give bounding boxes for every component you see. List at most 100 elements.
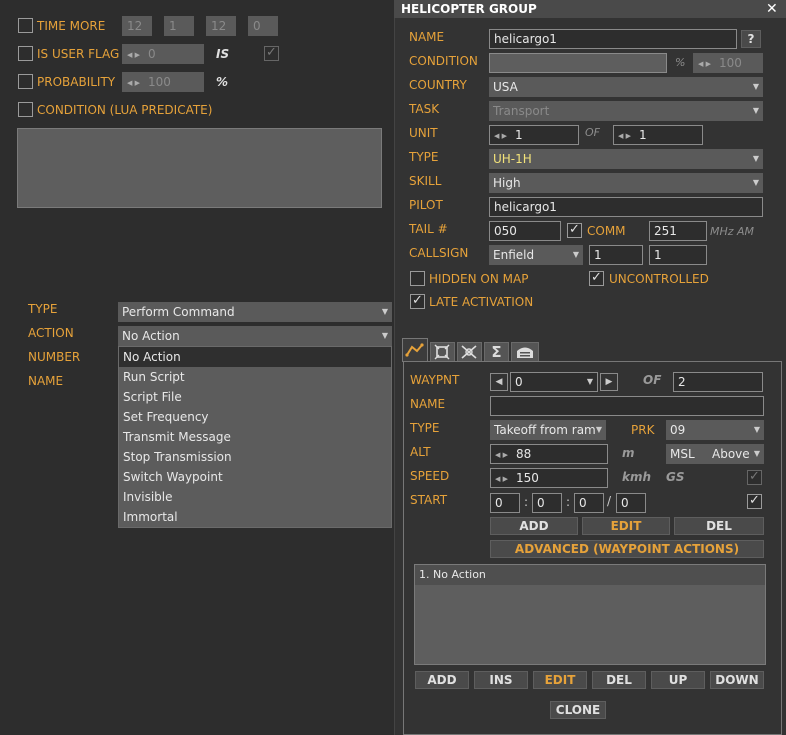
- chevron-down-icon: ▼: [586, 377, 593, 386]
- hidden-on-map-checkbox[interactable]: [410, 271, 425, 286]
- chevron-down-icon: ▼: [572, 250, 579, 259]
- speed-label: SPEED: [410, 469, 450, 483]
- probability-spinner[interactable]: ◀ ▶ 100: [122, 72, 204, 92]
- start-seconds[interactable]: 0: [616, 493, 646, 513]
- action-select[interactable]: No Action ▼: [118, 326, 392, 346]
- action-option[interactable]: Immortal: [119, 507, 391, 527]
- waypoint-add-button[interactable]: ADD: [490, 517, 578, 535]
- comm-input[interactable]: 251: [649, 221, 707, 241]
- condition-percent: %: [675, 56, 686, 69]
- late-activation-checkbox[interactable]: [410, 293, 425, 309]
- unit-total-spinner[interactable]: ◀ ▶ 1: [613, 125, 703, 145]
- time-more-checkbox[interactable]: [18, 18, 33, 33]
- tail-label: TAIL #: [409, 222, 448, 236]
- waypoint-type-select[interactable]: Takeoff from ram ▼: [490, 420, 606, 440]
- chevron-down-icon: ▼: [752, 106, 759, 115]
- condition-lua-checkbox[interactable]: [18, 102, 33, 117]
- time-more-field-1[interactable]: 12: [122, 16, 152, 36]
- tab-hangar[interactable]: [511, 342, 539, 362]
- tab-summary[interactable]: Σ: [484, 342, 509, 362]
- time-more-field-2[interactable]: 1: [164, 16, 194, 36]
- condition-lua-textarea[interactable]: [17, 128, 382, 208]
- close-icon[interactable]: ✕: [766, 1, 778, 17]
- waypoint-of-label: OF: [643, 373, 662, 387]
- gs-checkbox[interactable]: [747, 469, 762, 485]
- callsign-label: CALLSIGN: [409, 246, 469, 260]
- country-select[interactable]: USA ▼: [489, 77, 763, 97]
- is-user-flag-value-checkbox[interactable]: [264, 45, 279, 61]
- help-button[interactable]: ?: [741, 30, 761, 48]
- is-user-flag-checkbox[interactable]: [18, 46, 33, 61]
- comm-checkbox[interactable]: [567, 222, 582, 238]
- probability-label: PROBABILITY: [37, 75, 116, 89]
- speed-spinner[interactable]: ◀ ▶ 150: [490, 468, 608, 488]
- callsign-number-2[interactable]: 1: [649, 245, 707, 265]
- action-up-button[interactable]: UP: [651, 671, 705, 689]
- callsign-number-1[interactable]: 1: [589, 245, 643, 265]
- group-name-input[interactable]: helicargo1: [489, 29, 737, 49]
- action-option[interactable]: Script File: [119, 387, 391, 407]
- clone-button[interactable]: CLONE: [550, 701, 606, 719]
- action-option[interactable]: Invisible: [119, 487, 391, 507]
- uncontrolled-checkbox[interactable]: [589, 270, 604, 286]
- probability-checkbox[interactable]: [18, 74, 33, 89]
- waypoint-edit-button[interactable]: EDIT: [582, 517, 670, 535]
- condition-spinner[interactable]: ◀ ▶ 100: [693, 53, 763, 73]
- start-checkbox[interactable]: [747, 493, 762, 509]
- action-option[interactable]: Set Frequency: [119, 407, 391, 427]
- time-separator: /: [607, 494, 612, 508]
- start-days[interactable]: 0: [490, 493, 520, 513]
- actions-list[interactable]: 1. No Action: [414, 564, 766, 665]
- time-more-field-3[interactable]: 12: [206, 16, 236, 36]
- alt-label: ALT: [410, 445, 431, 459]
- chevron-down-icon: ▼: [753, 425, 760, 434]
- callsign-select[interactable]: Enfield ▼: [489, 245, 583, 265]
- waypoint-select[interactable]: 0 ▼: [510, 372, 598, 392]
- prk-select[interactable]: 09 ▼: [666, 420, 764, 440]
- start-hours[interactable]: 0: [532, 493, 562, 513]
- action-edit-button[interactable]: EDIT: [533, 671, 587, 689]
- tab-route[interactable]: [402, 338, 428, 362]
- pilot-input[interactable]: helicargo1: [489, 197, 763, 217]
- action-add-button[interactable]: ADD: [415, 671, 469, 689]
- alt-unit: m: [622, 446, 635, 460]
- prev-waypoint-button[interactable]: ◀: [490, 373, 508, 391]
- start-minutes[interactable]: 0: [574, 493, 604, 513]
- alt-reference-select[interactable]: MSL Above ▼: [666, 444, 764, 464]
- number-label: NUMBER: [28, 350, 81, 364]
- type-select[interactable]: Perform Command ▼: [118, 302, 392, 322]
- time-more-field-4[interactable]: 0: [248, 16, 278, 36]
- spinner-arrows-icon: ◀ ▶: [495, 474, 508, 483]
- alt-spinner[interactable]: ◀ ▶ 88: [490, 444, 608, 464]
- waypoint-del-button[interactable]: DEL: [674, 517, 764, 535]
- tail-input[interactable]: 050: [489, 221, 561, 241]
- task-select[interactable]: Transport ▼: [489, 101, 763, 121]
- time-more-label: TIME MORE: [37, 19, 106, 33]
- waypoint-name-input[interactable]: [490, 396, 764, 416]
- action-del-button[interactable]: DEL: [592, 671, 646, 689]
- next-waypoint-button[interactable]: ▶: [600, 373, 618, 391]
- chevron-down-icon: ▼: [752, 82, 759, 91]
- action-option[interactable]: Stop Transmission: [119, 447, 391, 467]
- unit-spinner[interactable]: ◀ ▶ 1: [489, 125, 579, 145]
- pilot-label: PILOT: [409, 198, 443, 212]
- action-option[interactable]: Run Script: [119, 367, 391, 387]
- chevron-right-icon: ▶: [605, 377, 613, 387]
- chevron-down-icon: ▼: [381, 307, 388, 316]
- aircraft-type-select[interactable]: UH-1H ▼: [489, 149, 763, 169]
- tab-payload[interactable]: [457, 342, 482, 362]
- tab-targets[interactable]: [430, 342, 455, 362]
- action-option[interactable]: Transmit Message: [119, 427, 391, 447]
- condition-field[interactable]: [489, 53, 667, 73]
- spinner-arrows-icon: ◀ ▶: [494, 131, 507, 140]
- action-ins-button[interactable]: INS: [474, 671, 528, 689]
- action-option[interactable]: Switch Waypoint: [119, 467, 391, 487]
- action-down-button[interactable]: DOWN: [710, 671, 764, 689]
- action-option[interactable]: No Action: [119, 347, 391, 367]
- gs-label: GS: [666, 470, 685, 484]
- user-flag-spinner[interactable]: ◀ ▶ 0: [122, 44, 204, 64]
- advanced-waypoint-actions-button[interactable]: ADVANCED (WAYPOINT ACTIONS): [490, 540, 764, 558]
- list-item[interactable]: 1. No Action: [415, 565, 765, 585]
- late-activation-label: LATE ACTIVATION: [429, 295, 534, 309]
- skill-select[interactable]: High ▼: [489, 173, 763, 193]
